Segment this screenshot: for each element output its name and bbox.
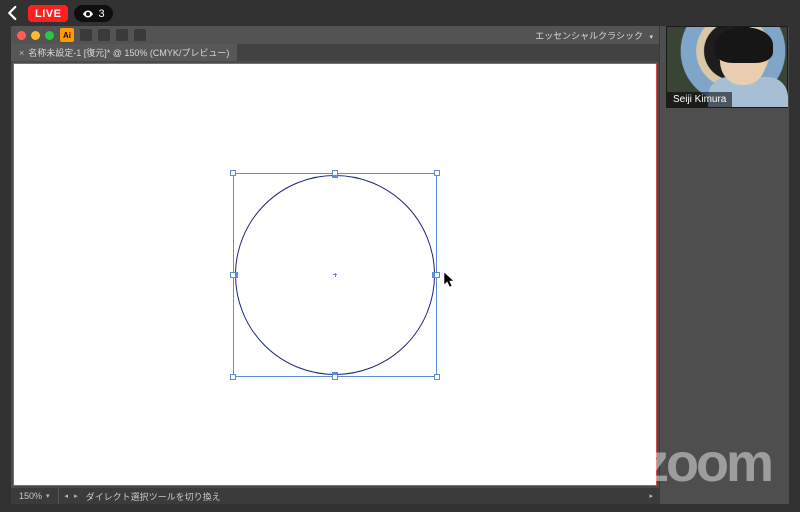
resize-handle[interactable] <box>434 272 440 278</box>
viewer-count: 3 <box>98 8 104 20</box>
chevron-left-icon <box>4 4 22 22</box>
eye-icon <box>82 8 94 20</box>
chevron-left-icon[interactable]: ◂ <box>59 492 75 500</box>
avatar-hair <box>715 27 773 63</box>
toolbar-icon[interactable] <box>98 29 110 41</box>
workspace-switcher[interactable]: エッセンシャルクラシック ▾ <box>535 29 653 42</box>
chevron-right-icon[interactable]: ▸ <box>643 492 659 500</box>
live-badge: LIVE <box>28 5 68 22</box>
chevron-down-icon: ▾ <box>46 492 50 500</box>
chevron-down-icon: ▾ <box>649 34 653 41</box>
window-controls[interactable] <box>17 31 54 40</box>
resize-handle[interactable] <box>230 170 236 176</box>
participant-video-tile[interactable]: Seiji Kimura <box>666 26 788 108</box>
resize-handle[interactable] <box>230 272 236 278</box>
workspace-name: エッセンシャルクラシック <box>535 31 643 41</box>
toolbar-icon[interactable] <box>80 29 92 41</box>
close-tab-icon[interactable]: × <box>19 48 24 58</box>
resize-handle[interactable] <box>434 374 440 380</box>
artboard[interactable] <box>14 64 656 485</box>
participant-name-label: Seiji Kimura <box>667 92 732 107</box>
document-tab[interactable]: × 名称未設定-1 [復元]* @ 150% (CMYK/プレビュー) <box>11 44 237 61</box>
resize-handle[interactable] <box>332 374 338 380</box>
status-bar: 150% ▾ ◂ ▸ ダイレクト選択ツールを切り換え ▸ <box>11 488 659 504</box>
back-button[interactable] <box>4 4 22 22</box>
app-root: LIVE 3 Ai <box>0 0 800 512</box>
app-toolbar-icons[interactable] <box>80 29 146 41</box>
minimize-icon[interactable] <box>31 31 40 40</box>
resize-handle[interactable] <box>434 170 440 176</box>
status-message: ダイレクト選択ツールを切り換え <box>78 490 644 503</box>
stream-topbar: LIVE 3 <box>0 0 800 26</box>
cursor-arrow-icon <box>443 271 457 294</box>
center-point-icon <box>333 273 337 277</box>
illustrator-window: Ai エッセンシャルクラシック ▾ × 名称未設定-1 [復元]* @ 150%… <box>11 26 659 504</box>
close-icon[interactable] <box>17 31 26 40</box>
toolbar-icon[interactable] <box>134 29 146 41</box>
toolbar-icon[interactable] <box>116 29 128 41</box>
illustrator-logo-icon: Ai <box>60 28 74 42</box>
illustrator-titlebar[interactable]: Ai エッセンシャルクラシック ▾ <box>11 26 659 44</box>
document-tab-title: 名称未設定-1 [復元]* @ 150% (CMYK/プレビュー) <box>28 46 229 59</box>
maximize-icon[interactable] <box>45 31 54 40</box>
viewer-count-pill[interactable]: 3 <box>74 5 112 22</box>
canvas-area[interactable] <box>11 61 659 488</box>
zoom-value: 150% <box>19 491 42 501</box>
selected-object[interactable] <box>235 175 435 375</box>
resize-handle[interactable] <box>332 170 338 176</box>
zoom-level[interactable]: 150% ▾ <box>11 488 59 504</box>
document-tab-bar: × 名称未設定-1 [復元]* @ 150% (CMYK/プレビュー) <box>11 44 659 61</box>
resize-handle[interactable] <box>230 374 236 380</box>
